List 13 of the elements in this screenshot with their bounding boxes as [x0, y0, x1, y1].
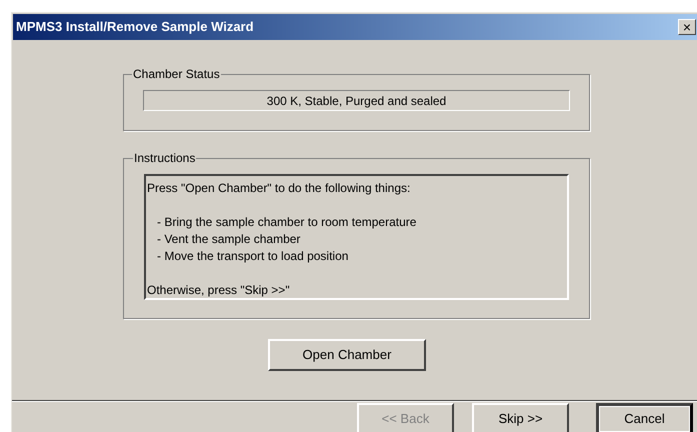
- instruction-step: - Bring the sample chamber to room temperature: [157, 214, 567, 231]
- open-chamber-button[interactable]: Open Chamber: [268, 339, 426, 371]
- group-label: Chamber Status: [132, 66, 221, 83]
- instruction-text: Press "Open Chamber" to do the following things:: [147, 180, 412, 197]
- instruction-step: - Move the transport to load position: [157, 248, 567, 265]
- window-title: MPMS3 Install/Remove Sample Wizard: [16, 18, 254, 36]
- instruction-step: - Vent the sample chamber: [157, 231, 567, 248]
- status-field: 300 K, Stable, Purged and sealed: [143, 90, 570, 111]
- wizard-button[interactable]: Skip >>: [472, 403, 569, 432]
- instruction-text: Otherwise, press "Skip >>": [147, 282, 291, 299]
- wizard-button[interactable]: Cancel: [596, 403, 693, 432]
- close-button[interactable]: ×: [678, 19, 696, 35]
- group-label: Instructions: [133, 150, 196, 167]
